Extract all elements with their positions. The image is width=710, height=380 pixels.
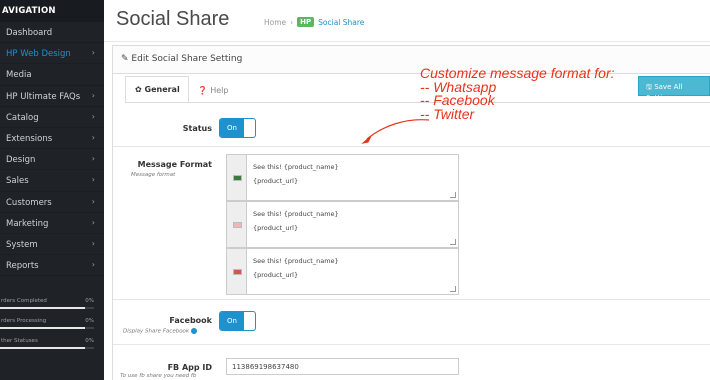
tab-help[interactable]: ❓ Help <box>189 78 237 102</box>
facebook-format-textarea[interactable]: See this! {product_name} {product_url} <box>226 201 459 248</box>
section-divider <box>113 344 710 345</box>
save-all-settings-button[interactable]: 🖫 Save All Settings <box>638 76 710 102</box>
tab-bar: ✿ General ❓ Help <box>125 76 237 102</box>
sidebar-item-label: Dashboard <box>6 28 53 38</box>
sidebar-item-reports[interactable]: Reports › <box>0 255 104 277</box>
sidebar-item-label: Media <box>6 70 32 81</box>
tab-label: Help <box>210 86 229 95</box>
sidebar-item-design[interactable]: Design › <box>0 149 104 171</box>
twitter-icon <box>227 249 247 294</box>
tab-label: General <box>144 85 180 94</box>
whatsapp-icon <box>227 155 247 200</box>
sidebar-item-catalog[interactable]: Catalog › <box>0 107 104 128</box>
chevron-right-icon: › <box>91 90 95 100</box>
chevron-right-icon: › <box>91 111 95 121</box>
message-format-label: Message Format <box>137 160 212 169</box>
pencil-icon: ✎ <box>121 54 129 64</box>
sidebar-menu: Dashboard HP Web Design › Media HP Ultima… <box>0 22 104 277</box>
panel-heading-text: Edit Social Share Setting <box>131 54 243 64</box>
sidebar-item-label: Design <box>6 155 36 166</box>
stat-orders-processing: rders Processing 0% <box>0 318 94 329</box>
resize-handle[interactable] <box>450 239 456 245</box>
chevron-right-icon: › <box>91 196 95 206</box>
stat-value: 0% <box>85 298 94 304</box>
sidebar-heading: AVIGATION <box>0 0 104 22</box>
status-label: Status <box>182 124 212 133</box>
fb-app-id-label: FB App ID <box>167 363 212 372</box>
whatsapp-format-textarea[interactable]: See this! {product_name} {product_url} <box>226 154 459 201</box>
resize-handle[interactable] <box>450 192 456 198</box>
help-icon: ❓ <box>197 86 208 95</box>
sidebar: AVIGATION Dashboard HP Web Design › Media… <box>0 0 104 380</box>
sidebar-item-hp-web-design[interactable]: HP Web Design › <box>0 43 104 65</box>
save-icon: 🖫 <box>646 83 652 91</box>
sidebar-item-customers[interactable]: Customers › <box>0 192 104 213</box>
fb-app-id-sub: To use fb share you need fb <box>120 373 197 379</box>
stat-bar <box>0 347 94 349</box>
chevron-right-icon: › <box>91 238 95 248</box>
sidebar-item-label: Reports <box>6 261 39 272</box>
sidebar-item-label: Marketing <box>6 218 49 229</box>
sidebar-item-label: Extensions <box>6 133 53 144</box>
tab-general[interactable]: ✿ General <box>125 76 189 102</box>
page-header: Social Share Home › HP Social Share <box>104 0 710 42</box>
sidebar-item-label: System <box>6 239 38 250</box>
chevron-right-icon: › <box>91 154 95 164</box>
breadcrumb-separator: › <box>290 17 294 27</box>
sidebar-item-label: Sales <box>6 176 29 187</box>
chevron-right-icon: › <box>91 48 95 58</box>
toggle-on: On <box>220 312 244 330</box>
stat-value: 0% <box>85 318 94 324</box>
stat-bar <box>0 327 94 329</box>
stat-other-statuses: ther Statuses 0% <box>0 338 94 349</box>
stat-value: 0% <box>85 338 94 344</box>
toggle-on: On <box>220 119 244 137</box>
chevron-right-icon: › <box>91 132 95 142</box>
stat-label: rders Completed <box>1 298 47 304</box>
sidebar-item-label: Customers <box>6 197 52 208</box>
status-toggle[interactable]: On <box>219 118 256 138</box>
stat-bar <box>0 307 94 309</box>
stat-label: ther Statuses <box>1 338 38 344</box>
sidebar-item-media[interactable]: Media <box>0 64 104 86</box>
help-icon <box>191 328 198 334</box>
sidebar-item-hp-ultimate-faqs[interactable]: HP Ultimate FAQs › <box>0 86 104 107</box>
message-format-sub: Message format <box>131 172 176 178</box>
breadcrumb: Home › HP Social Share <box>264 17 364 27</box>
format-text: See this! {product_name} {product_url} <box>253 163 339 185</box>
sidebar-item-label: HP Ultimate FAQs <box>6 91 81 102</box>
sidebar-item-label: HP Web Design <box>6 49 71 60</box>
breadcrumb-social-share[interactable]: Social Share <box>318 18 364 27</box>
facebook-label: Facebook <box>169 316 212 325</box>
sidebar-item-sales[interactable]: Sales › <box>0 170 104 192</box>
fb-app-id-input[interactable]: 113869198637480 <box>226 358 459 375</box>
sidebar-item-extensions[interactable]: Extensions › <box>0 128 104 150</box>
panel-heading: ✎ Edit Social Share Setting <box>113 46 710 74</box>
breadcrumb-home[interactable]: Home <box>264 18 286 27</box>
gear-icon: ✿ <box>135 85 142 94</box>
chevron-right-icon: › <box>91 260 95 270</box>
sidebar-item-dashboard[interactable]: Dashboard <box>0 22 104 44</box>
chevron-right-icon: › <box>91 175 95 185</box>
facebook-sub: Display Share Facebook <box>123 328 198 335</box>
stat-orders-completed: rders Completed 0% <box>0 298 94 309</box>
chevron-right-icon: › <box>91 217 95 227</box>
facebook-toggle[interactable]: On <box>219 311 256 331</box>
format-text: See this! {product_name} {product_url} <box>253 210 339 232</box>
annotation-arrow <box>361 119 430 144</box>
format-text: See this! {product_name} {product_url} <box>253 257 339 279</box>
tab-divider <box>125 102 710 103</box>
resize-handle[interactable] <box>450 286 456 292</box>
sidebar-item-marketing[interactable]: Marketing › <box>0 213 104 234</box>
annotation-callout: Customize message format for: -- Whatsap… <box>420 65 615 122</box>
facebook-icon <box>227 202 247 247</box>
hp-badge: HP <box>297 17 315 27</box>
sidebar-item-system[interactable]: System › <box>0 234 104 256</box>
page-title: Social Share <box>116 8 230 30</box>
sidebar-item-label: Catalog <box>6 112 39 123</box>
twitter-format-textarea[interactable]: See this! {product_name} {product_url} <box>226 248 459 295</box>
stat-label: rders Processing <box>1 318 47 324</box>
section-divider <box>113 299 710 300</box>
